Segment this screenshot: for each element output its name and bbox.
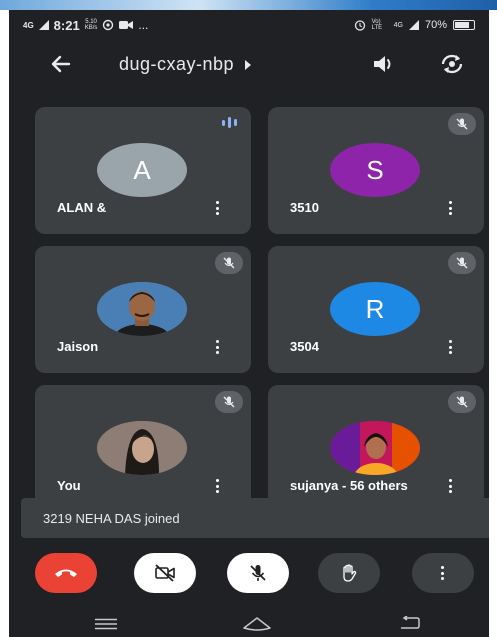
mic-off-icon xyxy=(448,252,476,274)
speaker-icon[interactable] xyxy=(371,52,397,76)
clock: 8:21 xyxy=(53,17,80,33)
join-notification: 3219 NEHA DAS joined xyxy=(21,498,489,538)
participant-name: 3510 xyxy=(290,200,319,215)
back-nav-icon[interactable] xyxy=(399,616,421,630)
meeting-title[interactable]: dug-cxay-nbp xyxy=(119,54,252,75)
participant-name: You xyxy=(57,478,81,493)
avatar: S xyxy=(330,143,420,197)
signal-type: 4G xyxy=(393,21,403,29)
at-icon xyxy=(103,19,114,31)
avatar-photo xyxy=(97,282,187,336)
mic-toggle-button[interactable] xyxy=(227,553,289,593)
status-bar: 4G 8:21 5.10 KB/s ... Vo) LTE 4G 70% xyxy=(9,10,489,40)
raise-hand-button[interactable] xyxy=(318,553,380,593)
participant-tile[interactable]: You xyxy=(35,385,251,512)
mic-off-icon xyxy=(448,391,476,413)
recent-apps-icon[interactable] xyxy=(95,618,117,630)
home-icon[interactable] xyxy=(242,615,272,631)
participant-name: 3504 xyxy=(290,339,319,354)
meeting-header: dug-cxay-nbp xyxy=(9,44,489,84)
speaking-indicator-icon xyxy=(222,117,237,128)
caret-right-icon xyxy=(245,59,252,70)
hang-up-icon xyxy=(55,569,77,577)
more-options-icon[interactable] xyxy=(216,340,220,354)
camera-toggle-button[interactable] xyxy=(134,553,196,593)
avatar-initial: A xyxy=(133,154,151,185)
more-options-icon[interactable] xyxy=(449,479,453,493)
phone-screen: 4G 8:21 5.10 KB/s ... Vo) LTE 4G 70% dug… xyxy=(9,10,489,637)
participant-tile[interactable]: S 3510 xyxy=(268,107,484,234)
participant-tile[interactable]: A ALAN & xyxy=(35,107,251,234)
more-options-button[interactable] xyxy=(412,553,474,593)
camera-off-icon xyxy=(155,564,175,582)
participant-tile[interactable]: sujanya - 56 others xyxy=(268,385,484,512)
more-notifications: ... xyxy=(138,18,149,32)
network-indicator: 4G xyxy=(23,20,34,30)
more-options-icon[interactable] xyxy=(216,479,220,493)
participant-tile[interactable]: Jaison xyxy=(35,246,251,373)
back-arrow-icon[interactable] xyxy=(49,52,73,76)
participant-tile[interactable]: R 3504 xyxy=(268,246,484,373)
avatar-initial: R xyxy=(365,293,385,324)
signal-bars-icon xyxy=(408,20,419,30)
speed-unit: KB/s xyxy=(84,25,98,31)
avatar-photo xyxy=(97,421,187,475)
video-app-icon xyxy=(119,21,134,29)
mic-off-icon xyxy=(250,565,266,581)
mic-off-icon xyxy=(215,391,243,413)
join-notification-text: 3219 NEHA DAS joined xyxy=(43,510,180,526)
top-strip xyxy=(0,0,497,10)
participant-name: Jaison xyxy=(57,339,99,354)
mic-off-icon xyxy=(215,252,243,274)
end-call-button[interactable] xyxy=(35,553,97,593)
avatar-photo xyxy=(330,421,420,475)
avatar-initial: S xyxy=(366,154,384,185)
system-nav-bar xyxy=(9,610,489,637)
volte-indicator: Vo) LTE xyxy=(371,19,383,31)
data-speed: 5.10 KB/s xyxy=(85,19,98,31)
signal-icon xyxy=(38,20,49,30)
more-options-icon[interactable] xyxy=(216,201,220,215)
more-vert-icon xyxy=(441,566,445,580)
participant-name: ALAN & xyxy=(57,200,107,215)
raise-hand-icon xyxy=(343,564,357,582)
mic-off-icon xyxy=(448,113,476,135)
battery-icon xyxy=(453,20,475,30)
avatar: R xyxy=(330,282,420,336)
more-options-icon[interactable] xyxy=(449,340,453,354)
avatar: A xyxy=(97,143,187,197)
alarm-icon xyxy=(354,20,365,31)
more-options-icon[interactable] xyxy=(449,201,453,215)
battery-percent: 70% xyxy=(424,19,447,31)
participant-name: sujanya - 56 others xyxy=(290,478,408,493)
meeting-code: dug-cxay-nbp xyxy=(119,54,235,74)
switch-camera-icon[interactable] xyxy=(439,52,465,76)
